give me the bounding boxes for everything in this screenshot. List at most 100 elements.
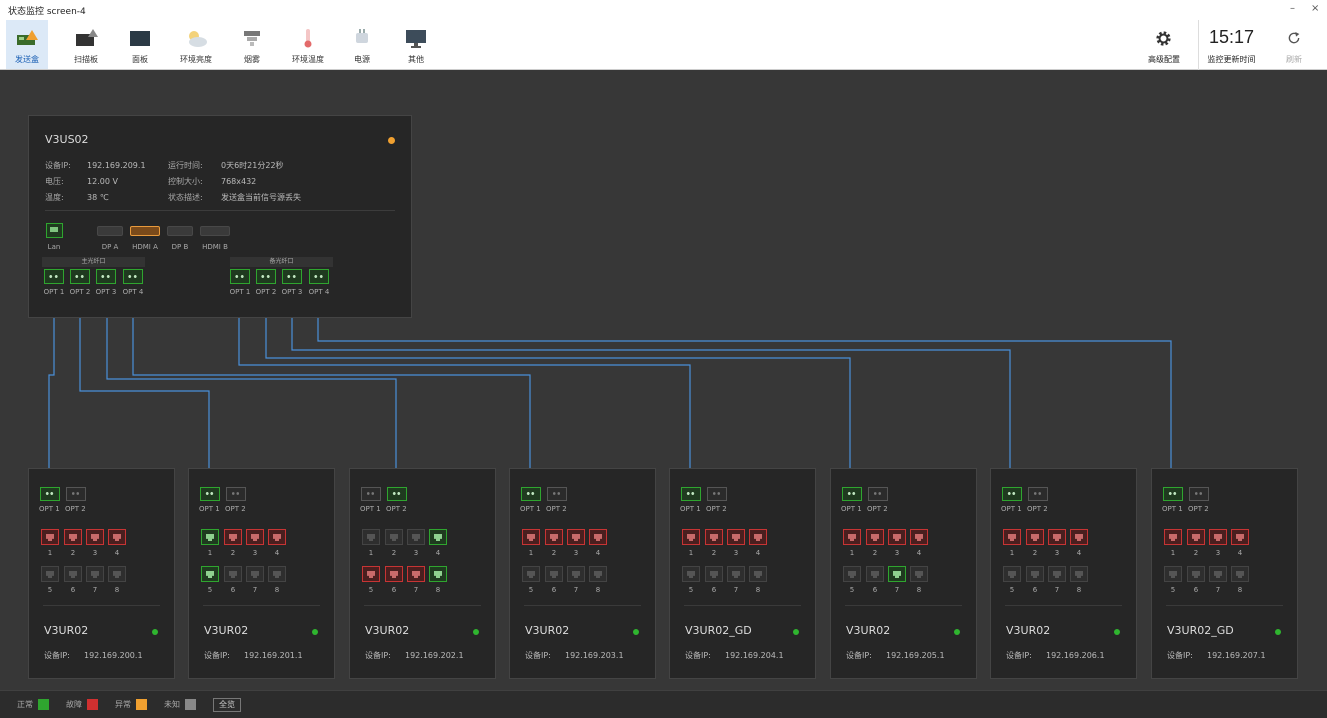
network-port-7[interactable] <box>407 566 425 582</box>
tab-other[interactable]: 其他 <box>398 20 434 69</box>
network-port-4[interactable] <box>589 529 607 545</box>
advanced-config-button[interactable]: 高级配置 <box>1144 20 1184 70</box>
dp-a-port[interactable] <box>97 226 123 236</box>
network-port-2[interactable] <box>224 529 242 545</box>
receiver-opt2-port[interactable] <box>66 487 86 501</box>
lan-port[interactable] <box>46 223 63 238</box>
tab-sender-box[interactable]: 发送盒 <box>6 20 48 69</box>
receiver-opt2-port[interactable] <box>1028 487 1048 501</box>
network-port-7[interactable] <box>246 566 264 582</box>
network-port-3[interactable] <box>1048 529 1066 545</box>
backup-opt1-port[interactable] <box>230 269 250 284</box>
network-port-7[interactable] <box>567 566 585 582</box>
receiver-opt2-port[interactable] <box>226 487 246 501</box>
network-port-2[interactable] <box>866 529 884 545</box>
network-port-3[interactable] <box>1209 529 1227 545</box>
main-opt1-port[interactable] <box>44 269 64 284</box>
overview-button[interactable]: 全览 <box>213 698 241 712</box>
network-port-8[interactable] <box>268 566 286 582</box>
receiver-card[interactable]: OPT 1 OPT 2 1 2 3 4 5 6 7 8 V3UR02 设备IP: 192.169.205… <box>830 468 977 679</box>
network-port-4[interactable] <box>1070 529 1088 545</box>
network-port-8[interactable] <box>910 566 928 582</box>
network-port-7[interactable] <box>1048 566 1066 582</box>
network-port-4[interactable] <box>910 529 928 545</box>
network-port-5[interactable] <box>1164 566 1182 582</box>
network-port-8[interactable] <box>589 566 607 582</box>
network-port-3[interactable] <box>246 529 264 545</box>
network-port-7[interactable] <box>727 566 745 582</box>
receiver-opt2-port[interactable] <box>707 487 727 501</box>
network-port-6[interactable] <box>866 566 884 582</box>
network-port-1[interactable] <box>843 529 861 545</box>
tab-scan-board[interactable]: 扫描板 <box>64 20 108 69</box>
network-port-1[interactable] <box>522 529 540 545</box>
tab-power[interactable]: 电源 <box>344 20 380 69</box>
receiver-opt1-port[interactable] <box>1163 487 1183 501</box>
network-port-2[interactable] <box>705 529 723 545</box>
dp-b-port[interactable] <box>167 226 193 236</box>
receiver-card[interactable]: OPT 1 OPT 2 1 2 3 4 5 6 7 8 V3UR02 设备IP: 192.169.200… <box>28 468 175 679</box>
network-port-1[interactable] <box>41 529 59 545</box>
network-port-5[interactable] <box>1003 566 1021 582</box>
refresh-button[interactable]: 刷新 <box>1278 20 1310 70</box>
receiver-opt1-port[interactable] <box>521 487 541 501</box>
network-port-6[interactable] <box>1187 566 1205 582</box>
network-port-8[interactable] <box>1070 566 1088 582</box>
network-port-6[interactable] <box>224 566 242 582</box>
backup-opt2-port[interactable] <box>256 269 276 284</box>
receiver-opt1-port[interactable] <box>1002 487 1022 501</box>
receiver-opt1-port[interactable] <box>361 487 381 501</box>
network-port-8[interactable] <box>429 566 447 582</box>
tab-ambient-temperature[interactable]: 环境温度 <box>286 20 330 69</box>
network-port-7[interactable] <box>888 566 906 582</box>
receiver-opt1-port[interactable] <box>40 487 60 501</box>
receiver-card[interactable]: OPT 1 OPT 2 1 2 3 4 5 6 7 8 V3UR02_GD 设备IP: 192.169.… <box>669 468 816 679</box>
network-port-5[interactable] <box>201 566 219 582</box>
network-port-8[interactable] <box>749 566 767 582</box>
network-port-6[interactable] <box>64 566 82 582</box>
network-port-2[interactable] <box>385 529 403 545</box>
network-port-5[interactable] <box>682 566 700 582</box>
receiver-opt1-port[interactable] <box>842 487 862 501</box>
network-port-7[interactable] <box>86 566 104 582</box>
network-port-3[interactable] <box>407 529 425 545</box>
network-port-6[interactable] <box>385 566 403 582</box>
sender-box-card[interactable]: V3US02 设备IP: 192.169.209.1 电压: 12.00 V 温度:… <box>28 115 412 318</box>
network-port-4[interactable] <box>108 529 126 545</box>
network-port-5[interactable] <box>522 566 540 582</box>
main-opt3-port[interactable] <box>96 269 116 284</box>
network-port-2[interactable] <box>64 529 82 545</box>
network-port-7[interactable] <box>1209 566 1227 582</box>
receiver-card[interactable]: OPT 1 OPT 2 1 2 3 4 5 6 7 8 V3UR02 设备IP: 192.169.201… <box>188 468 335 679</box>
network-port-3[interactable] <box>567 529 585 545</box>
receiver-opt2-port[interactable] <box>868 487 888 501</box>
receiver-card[interactable]: OPT 1 OPT 2 1 2 3 4 5 6 7 8 V3UR02 设备IP: 192.169.203… <box>509 468 656 679</box>
network-port-3[interactable] <box>727 529 745 545</box>
network-port-6[interactable] <box>1026 566 1044 582</box>
receiver-card[interactable]: OPT 1 OPT 2 1 2 3 4 5 6 7 8 V3UR02 设备IP: 192.169.206… <box>990 468 1137 679</box>
receiver-opt1-port[interactable] <box>200 487 220 501</box>
tab-panel[interactable]: 面板 <box>120 20 160 69</box>
receiver-opt1-port[interactable] <box>681 487 701 501</box>
receiver-card[interactable]: OPT 1 OPT 2 1 2 3 4 5 6 7 8 V3UR02 设备IP: 192.169.202… <box>349 468 496 679</box>
network-port-8[interactable] <box>108 566 126 582</box>
main-opt4-port[interactable] <box>123 269 143 284</box>
network-port-4[interactable] <box>429 529 447 545</box>
network-port-1[interactable] <box>201 529 219 545</box>
tab-ambient-brightness[interactable]: 环境亮度 <box>174 20 218 69</box>
network-port-2[interactable] <box>545 529 563 545</box>
receiver-opt2-port[interactable] <box>1189 487 1209 501</box>
receiver-opt2-port[interactable] <box>387 487 407 501</box>
receiver-opt2-port[interactable] <box>547 487 567 501</box>
network-port-1[interactable] <box>1003 529 1021 545</box>
backup-opt3-port[interactable] <box>282 269 302 284</box>
network-port-1[interactable] <box>1164 529 1182 545</box>
network-port-4[interactable] <box>1231 529 1249 545</box>
network-port-2[interactable] <box>1026 529 1044 545</box>
network-port-2[interactable] <box>1187 529 1205 545</box>
network-port-5[interactable] <box>843 566 861 582</box>
network-port-6[interactable] <box>705 566 723 582</box>
network-port-1[interactable] <box>682 529 700 545</box>
network-port-4[interactable] <box>268 529 286 545</box>
hdmi-b-port[interactable] <box>200 226 230 236</box>
